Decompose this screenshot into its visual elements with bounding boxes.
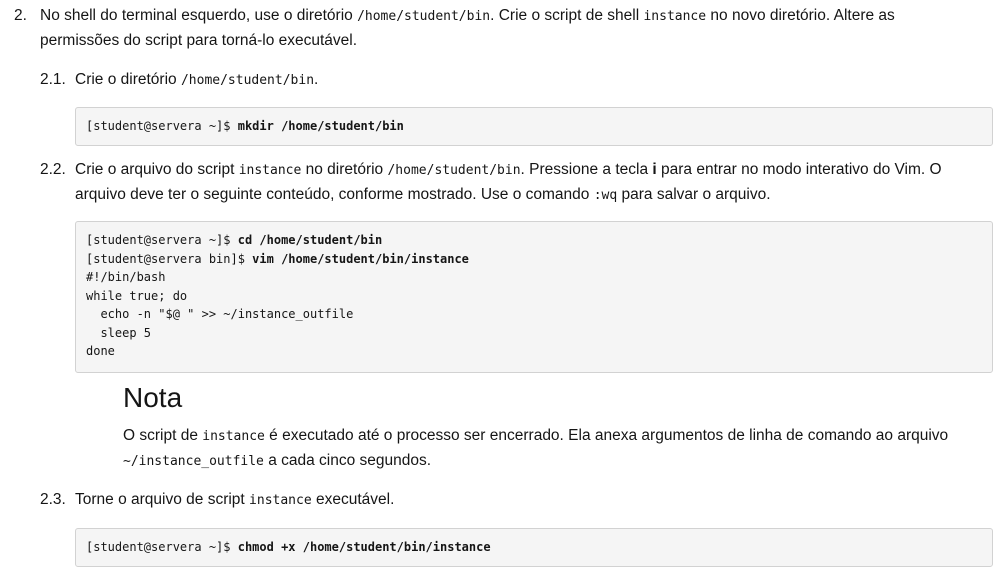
inline-code: ~/instance_outfile: [123, 454, 264, 469]
substep-number: 2.1.: [40, 71, 66, 88]
inline-code: /home/student/bin: [387, 163, 521, 178]
code-block-mkdir[interactable]: [student@servera ~]$ mkdir /home/student…: [75, 107, 993, 146]
step-2-text: No shell do terminal esquerdo, use o dir…: [40, 7, 895, 49]
substep-2-2-text: Crie o arquivo do script instance no dir…: [75, 161, 942, 203]
inline-code: /home/student/bin: [180, 73, 315, 88]
substep-2-1-text: Crie o diretório /home/student/bin.: [75, 71, 319, 88]
inline-code: :wq: [593, 188, 618, 203]
note-title: Nota: [123, 382, 183, 413]
inline-code: instance: [202, 429, 265, 444]
inline-code: instance: [249, 493, 312, 508]
inline-code: instance: [238, 163, 302, 178]
inline-code: /home/student/bin: [357, 9, 491, 24]
step-number: 2.: [14, 7, 27, 24]
code-block-chmod[interactable]: [student@servera ~]$ chmod +x /home/stud…: [75, 528, 993, 567]
substep-number: 2.2.: [40, 161, 66, 178]
inline-code: instance: [643, 9, 707, 24]
substep-number: 2.3.: [40, 491, 66, 508]
script-content: #!/bin/bash while true; do echo -n "$@ "…: [86, 270, 354, 358]
note-text: O script de instance é executado até o p…: [123, 427, 949, 469]
code-block-vim[interactable]: [student@servera ~]$ cd /home/student/bi…: [75, 221, 993, 373]
substep-2-3-text: Torne o arquivo de script instance execu…: [75, 491, 395, 508]
